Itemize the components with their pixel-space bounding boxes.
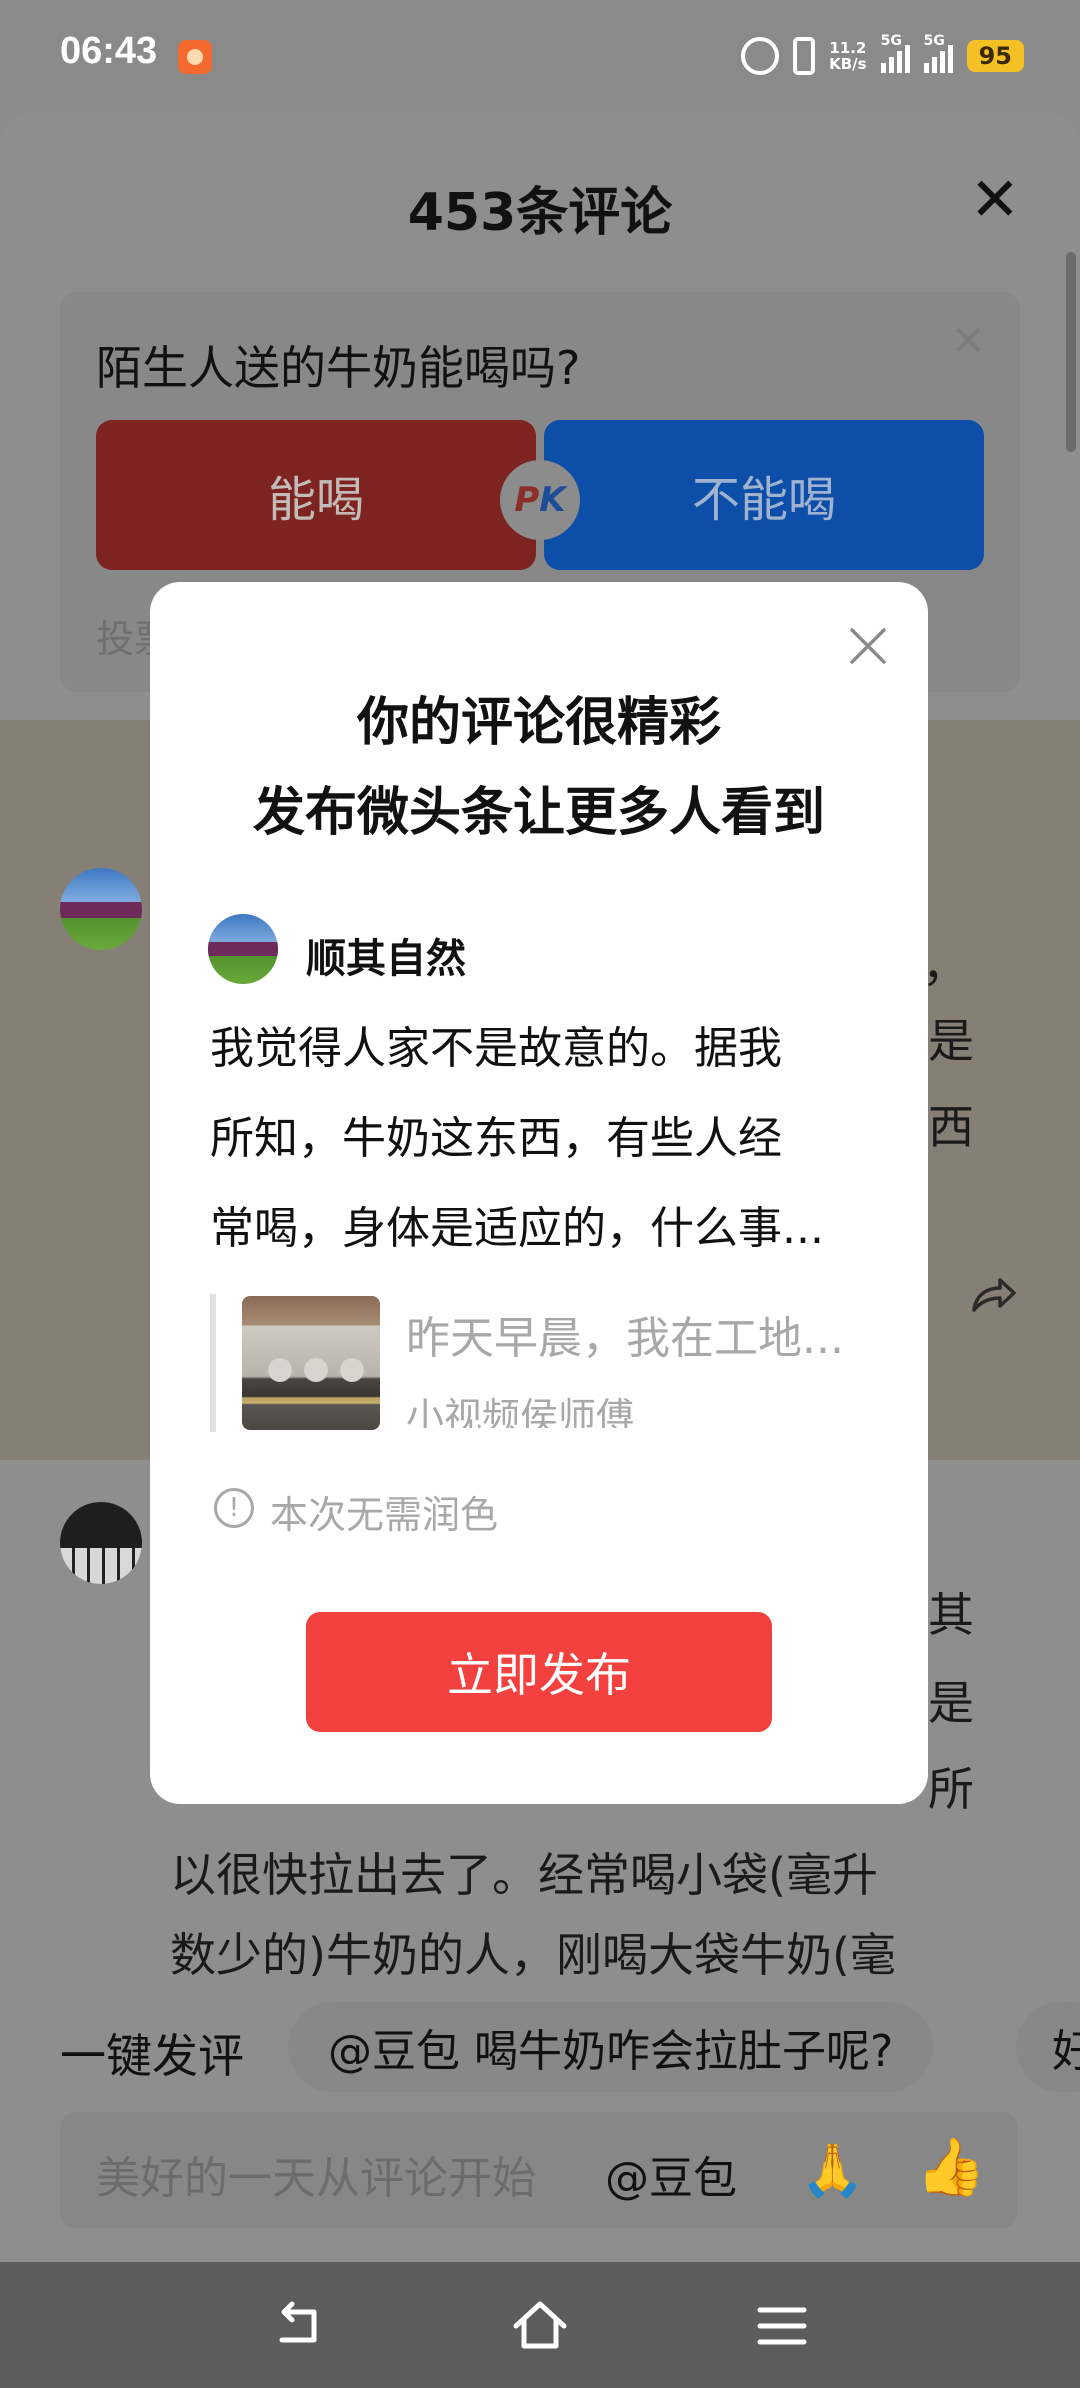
quote-author: 小视频侯师傅 bbox=[406, 1395, 635, 1428]
bg-comment-fragment: ， bbox=[922, 938, 968, 992]
bg-comment-line: 以很快拉出去了。经常喝小袋(毫升 bbox=[170, 1848, 878, 1902]
comment-line: 我觉得人家不是故意的。据我 bbox=[210, 1023, 782, 1074]
poll-option-no[interactable]: 不能喝 bbox=[544, 420, 984, 570]
bg-comment-fragment: 是 bbox=[928, 1014, 974, 1068]
quick-reply-chip[interactable]: 好 bbox=[1016, 2002, 1080, 2092]
quick-reply-label: 一键发评 bbox=[60, 2029, 244, 2083]
dialog-title: 你的评论很精彩 发布微头条让更多人看到 bbox=[150, 678, 928, 858]
signal-label-2: 5G bbox=[923, 33, 945, 49]
alarm-icon bbox=[741, 37, 780, 75]
poll-close-icon[interactable]: ✕ bbox=[951, 316, 986, 365]
dialog-title-line2: 发布微头条让更多人看到 bbox=[252, 783, 825, 843]
bg-comment-fragment: 西 bbox=[928, 1100, 974, 1154]
comment-input[interactable]: 美好的一天从评论开始 @豆包 🙏 👍 bbox=[60, 2112, 1018, 2228]
status-icons: 11.2 KB/s 5G 5G 95 bbox=[741, 33, 1024, 78]
net-speed-value: 11.2 bbox=[829, 39, 867, 57]
dialog-title-line1: 你的评论很精彩 bbox=[356, 693, 721, 753]
publish-dialog: 你的评论很精彩 发布微头条让更多人看到 顺其自然 我觉得人家不是故意的。据我 所… bbox=[150, 582, 928, 1804]
comment-line: 所知，牛奶这东西，有些人经 bbox=[210, 1113, 782, 1164]
sheet-title: 453条评论 bbox=[407, 183, 673, 243]
pk-badge-k: K bbox=[539, 480, 566, 520]
share-icon[interactable] bbox=[968, 1270, 1018, 1320]
quote-title: 昨天早晨，我在工地... bbox=[406, 1313, 844, 1364]
bg-comment-fragment: 其 bbox=[928, 1588, 974, 1642]
menu-icon[interactable] bbox=[752, 2296, 812, 2356]
close-icon[interactable] bbox=[848, 626, 888, 666]
back-icon[interactable] bbox=[270, 2296, 330, 2356]
pk-badge-p: P bbox=[514, 480, 540, 520]
bg-comment-fragment: 所 bbox=[928, 1762, 974, 1816]
status-bar: 06:43 11.2 KB/s 5G 5G 95 bbox=[0, 0, 1080, 112]
system-nav-bar bbox=[0, 2262, 1080, 2388]
signal-label-1: 5G bbox=[880, 33, 902, 49]
author-avatar bbox=[208, 914, 278, 984]
author-name: 顺其自然 bbox=[306, 936, 466, 982]
vibrate-icon bbox=[793, 37, 816, 75]
pray-emoji-icon[interactable]: 🙏 bbox=[800, 2140, 865, 2201]
comment-line: 常喝，身体是适应的，什么事... bbox=[210, 1203, 824, 1254]
avatar[interactable] bbox=[60, 1502, 142, 1584]
scrollbar[interactable] bbox=[1066, 252, 1076, 452]
publish-button[interactable]: 立即发布 bbox=[306, 1612, 772, 1732]
battery-indicator: 95 bbox=[966, 40, 1024, 72]
quick-reply-chip[interactable]: @豆包 喝牛奶咋会拉肚子呢? bbox=[288, 2002, 934, 2092]
video-thumbnail bbox=[242, 1296, 380, 1430]
pk-badge: PK bbox=[500, 460, 580, 540]
thumbs-up-emoji-icon[interactable]: 👍 bbox=[916, 2134, 986, 2200]
quoted-video[interactable]: 昨天早晨，我在工地... 小视频侯师傅 bbox=[210, 1294, 886, 1432]
polish-notice: 本次无需润色 bbox=[270, 1493, 499, 1537]
comment-preview: 我觉得人家不是故意的。据我 所知，牛奶这东西，有些人经 常喝，身体是适应的，什么… bbox=[210, 1004, 870, 1274]
signal-icon-1: 5G bbox=[880, 33, 910, 73]
net-speed: 11.2 KB/s bbox=[829, 40, 866, 72]
poll-option-yes[interactable]: 能喝 bbox=[96, 420, 536, 570]
bg-comment-fragment: 是 bbox=[928, 1676, 974, 1730]
mention-doubao[interactable]: @豆包 bbox=[605, 2142, 737, 2206]
info-icon: ! bbox=[214, 1488, 254, 1528]
close-icon[interactable]: ✕ bbox=[970, 170, 1020, 230]
avatar[interactable] bbox=[60, 868, 142, 950]
app-notification-icon bbox=[178, 40, 212, 74]
home-icon[interactable] bbox=[510, 2296, 570, 2356]
quick-reply-row: 一键发评 @豆包 喝牛奶咋会拉肚子呢? 好 bbox=[0, 2000, 1080, 2100]
net-speed-unit: KB/s bbox=[829, 55, 867, 73]
status-time: 06:43 bbox=[60, 30, 158, 72]
signal-icon-2: 5G bbox=[923, 33, 953, 73]
poll-question: 陌生人送的牛奶能喝吗? bbox=[96, 341, 581, 395]
input-placeholder: 美好的一天从评论开始 bbox=[96, 2153, 536, 2204]
bg-comment-line: 数少的)牛奶的人，刚喝大袋牛奶(毫 bbox=[170, 1928, 896, 1976]
